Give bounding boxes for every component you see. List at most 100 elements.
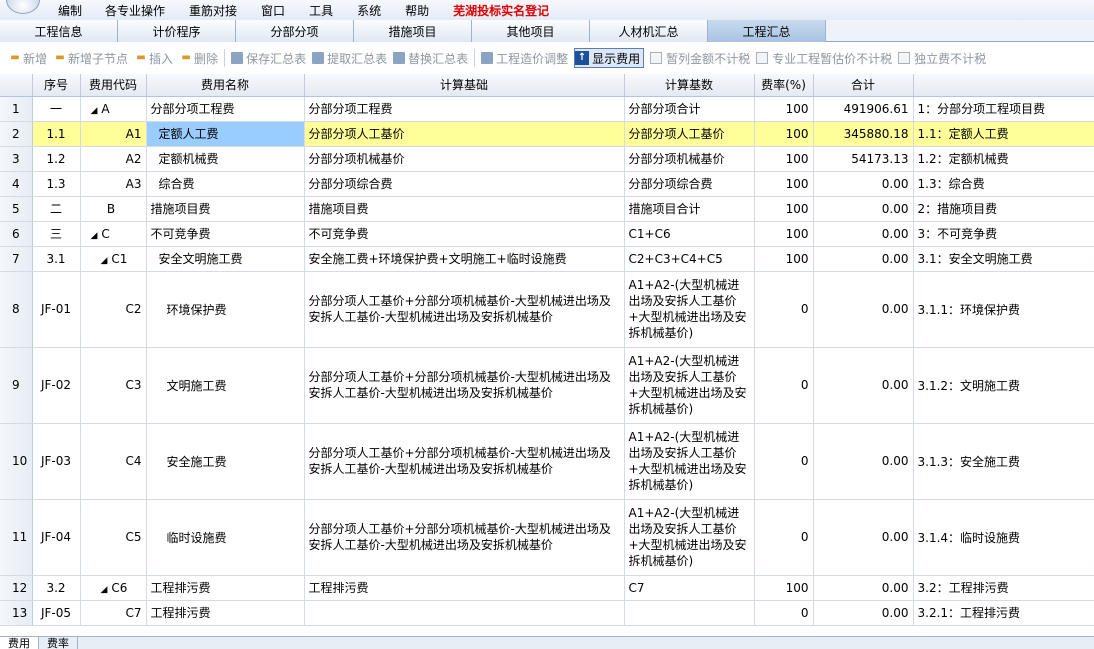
cell-desc[interactable]: 1：分部分项工程项目费 — [913, 96, 1094, 122]
delete-button[interactable]: ▬ 删除 — [179, 48, 218, 68]
cell-total[interactable]: 0.00 — [813, 246, 914, 272]
column-header-total[interactable]: 合计 — [813, 74, 914, 97]
cell-desc[interactable]: 3.2：工程排污费 — [913, 575, 1094, 601]
cell-rate[interactable]: 100 — [754, 246, 814, 272]
tab-measures[interactable]: 措施项目 — [354, 20, 472, 42]
cell-code[interactable]: C4 — [80, 423, 147, 500]
cell-name[interactable]: 临时设施费 — [146, 499, 305, 576]
cell-basis[interactable]: 安全施工费+环境保护费+文明施工+临时设施费 — [304, 246, 625, 272]
column-header-basis[interactable]: 计算基础 — [304, 74, 625, 97]
cell-rate[interactable]: 100 — [754, 221, 814, 247]
cell-seq[interactable]: JF-02 — [32, 347, 81, 424]
cell-total[interactable]: 54173.13 — [813, 146, 914, 172]
cell-rate[interactable]: 0 — [754, 499, 814, 576]
cell-basis[interactable]: 分部分项综合费 — [304, 171, 625, 197]
cell-name[interactable]: 工程排污费 — [146, 600, 305, 626]
tentative-amount-checkbox[interactable]: 暂列金额不计税 — [650, 48, 750, 68]
cell-seq[interactable]: 3.2 — [32, 575, 81, 601]
cell-rate[interactable]: 100 — [754, 196, 814, 222]
menu-edit[interactable]: 编制 — [58, 2, 93, 19]
cell-seq[interactable]: JF-04 — [32, 499, 81, 576]
cell-total[interactable]: 0.00 — [813, 423, 914, 500]
cell-code[interactable]: C3 — [80, 347, 147, 424]
cell-name[interactable]: 定额机械费 — [146, 146, 305, 172]
cell-name[interactable]: 工程排污费 — [146, 575, 305, 601]
table-row[interactable]: 2 1.1 A1 定额人工费 分部分项人工基价 分部分项人工基价 100 345880.18 1… — [0, 121, 1094, 147]
cell-desc[interactable]: 3.1.1：环境保护费 — [913, 271, 1094, 348]
cell-rate[interactable]: 100 — [754, 575, 814, 601]
cell-basis[interactable]: 分部分项机械基价 — [304, 146, 625, 172]
collapse-triangle-icon[interactable]: ◢ — [91, 231, 98, 241]
cell-code[interactable]: ◢ A — [80, 96, 147, 122]
cell-code[interactable]: C7 — [80, 600, 147, 626]
column-header-name[interactable]: 费用名称 — [146, 74, 305, 97]
menu-rebar-link[interactable]: 重筋对接 — [189, 2, 248, 19]
cell-desc[interactable]: 1.2：定额机械费 — [913, 146, 1094, 172]
cell-seq[interactable]: JF-05 — [32, 600, 81, 626]
cell-name[interactable]: 安全文明施工费 — [146, 246, 305, 272]
cell-rate[interactable]: 100 — [754, 171, 814, 197]
cell-basis[interactable]: 不可竞争费 — [304, 221, 625, 247]
cell-base[interactable]: C1+C6 — [624, 221, 755, 247]
cell-basis[interactable]: 分部分项人工基价+分部分项机械基价-大型机械进出场及安拆人工基价-大型机械进出场… — [304, 499, 625, 576]
cell-base[interactable]: 分部分项人工基价 — [624, 121, 755, 147]
cell-code[interactable]: A2 — [80, 146, 147, 172]
cell-total[interactable]: 0.00 — [813, 196, 914, 222]
cell-basis[interactable]: 分部分项人工基价+分部分项机械基价-大型机械进出场及安拆人工基价-大型机械进出场… — [304, 347, 625, 424]
column-header-rate[interactable]: 费率(%) — [754, 74, 814, 97]
table-row[interactable]: 13 JF-05 C7 工程排污费 0 0.00 3.2.1：工程排污费 — [0, 600, 1094, 626]
table-row[interactable]: 3 1.2 A2 定额机械费 分部分项机械基价 分部分项机械基价 100 54173.13 1.… — [0, 146, 1094, 172]
add-child-button[interactable]: ▬ 新增子节点 — [53, 48, 128, 68]
menu-tools[interactable]: 工具 — [309, 2, 344, 19]
cell-basis[interactable]: 分部分项人工基价+分部分项机械基价-大型机械进出场及安拆人工基价-大型机械进出场… — [304, 423, 625, 500]
table-row[interactable]: 6 三 ◢ C 不可竞争费 不可竞争费 C1+C6 100 0.00 3：不可竞争费 — [0, 221, 1094, 247]
cell-seq[interactable]: 二 — [32, 196, 81, 222]
cell-rate[interactable]: 0 — [754, 271, 814, 348]
table-row[interactable]: 5 二 B 措施项目费 措施项目费 措施项目合计 100 0.00 2：措施项目费 — [0, 196, 1094, 222]
collapse-triangle-icon[interactable]: ◢ — [101, 256, 108, 266]
cell-total[interactable]: 0.00 — [813, 600, 914, 626]
cell-base[interactable]: A1+A2-(大型机械进出场及安拆人工基价+大型机械进出场及安拆机械基价) — [624, 423, 755, 500]
cell-base[interactable]: 分部分项综合费 — [624, 171, 755, 197]
cell-rate[interactable]: 0 — [754, 347, 814, 424]
provisional-estimate-checkbox[interactable]: 专业工程暂估价不计税 — [756, 48, 892, 68]
collapse-triangle-icon[interactable]: ◢ — [91, 106, 98, 116]
cell-code[interactable]: C5 — [80, 499, 147, 576]
independent-fee-checkbox[interactable]: 独立费不计税 — [898, 48, 986, 68]
cell-basis[interactable]: 措施项目费 — [304, 196, 625, 222]
cell-desc[interactable]: 3：不可竞争费 — [913, 221, 1094, 247]
cell-base[interactable]: 分部分项机械基价 — [624, 146, 755, 172]
column-header-seq[interactable]: 序号 — [32, 74, 81, 97]
tab-pricing-procedure[interactable]: 计价程序 — [118, 20, 236, 42]
cell-base[interactable]: A1+A2-(大型机械进出场及安拆人工基价+大型机械进出场及安拆机械基价) — [624, 347, 755, 424]
cell-rate[interactable]: 100 — [754, 121, 814, 147]
replace-summary-button[interactable]: 替换汇总表 — [393, 48, 468, 68]
cell-total[interactable]: 0.00 — [813, 347, 914, 424]
menu-system[interactable]: 系统 — [357, 2, 392, 19]
cell-name[interactable]: 分部分项工程费 — [146, 96, 305, 122]
cell-seq[interactable]: 三 — [32, 221, 81, 247]
cell-code[interactable]: ◢ C6 — [80, 575, 147, 601]
app-orb-icon[interactable] — [6, 0, 40, 14]
cell-name[interactable]: 文明施工费 — [146, 347, 305, 424]
tab-labor-material-summary[interactable]: 人材机汇总 — [590, 20, 708, 42]
cell-basis[interactable] — [304, 600, 625, 626]
cell-desc[interactable]: 2：措施项目费 — [913, 196, 1094, 222]
cell-desc[interactable]: 3.1.4：临时设施费 — [913, 499, 1094, 576]
tab-fee[interactable]: 费用 — [0, 637, 39, 649]
cost-adjust-button[interactable]: 工程造价调整 — [481, 48, 568, 68]
insert-button[interactable]: ▬ 插入 — [134, 48, 173, 68]
cell-basis[interactable]: 工程排污费 — [304, 575, 625, 601]
column-header-base[interactable]: 计算基数 — [624, 74, 755, 97]
cell-total[interactable]: 0.00 — [813, 575, 914, 601]
tab-sub-items[interactable]: 分部分项 — [236, 20, 354, 42]
cell-code[interactable]: ◢ C1 — [80, 246, 147, 272]
table-row[interactable]: 7 3.1 ◢ C1 安全文明施工费 安全施工费+环境保护费+文明施工+临时设施费 C2+C… — [0, 246, 1094, 272]
menu-bid-registration[interactable]: 芜湖投标实名登记 — [453, 2, 560, 19]
cell-desc[interactable]: 3.1.2：文明施工费 — [913, 347, 1094, 424]
menu-help[interactable]: 帮助 — [405, 2, 440, 19]
cell-seq[interactable]: JF-01 — [32, 271, 81, 348]
menu-specialty-ops[interactable]: 各专业操作 — [105, 2, 176, 19]
cell-seq[interactable]: 1.1 — [32, 121, 81, 147]
cell-base[interactable]: A1+A2-(大型机械进出场及安拆人工基价+大型机械进出场及安拆机械基价) — [624, 499, 755, 576]
